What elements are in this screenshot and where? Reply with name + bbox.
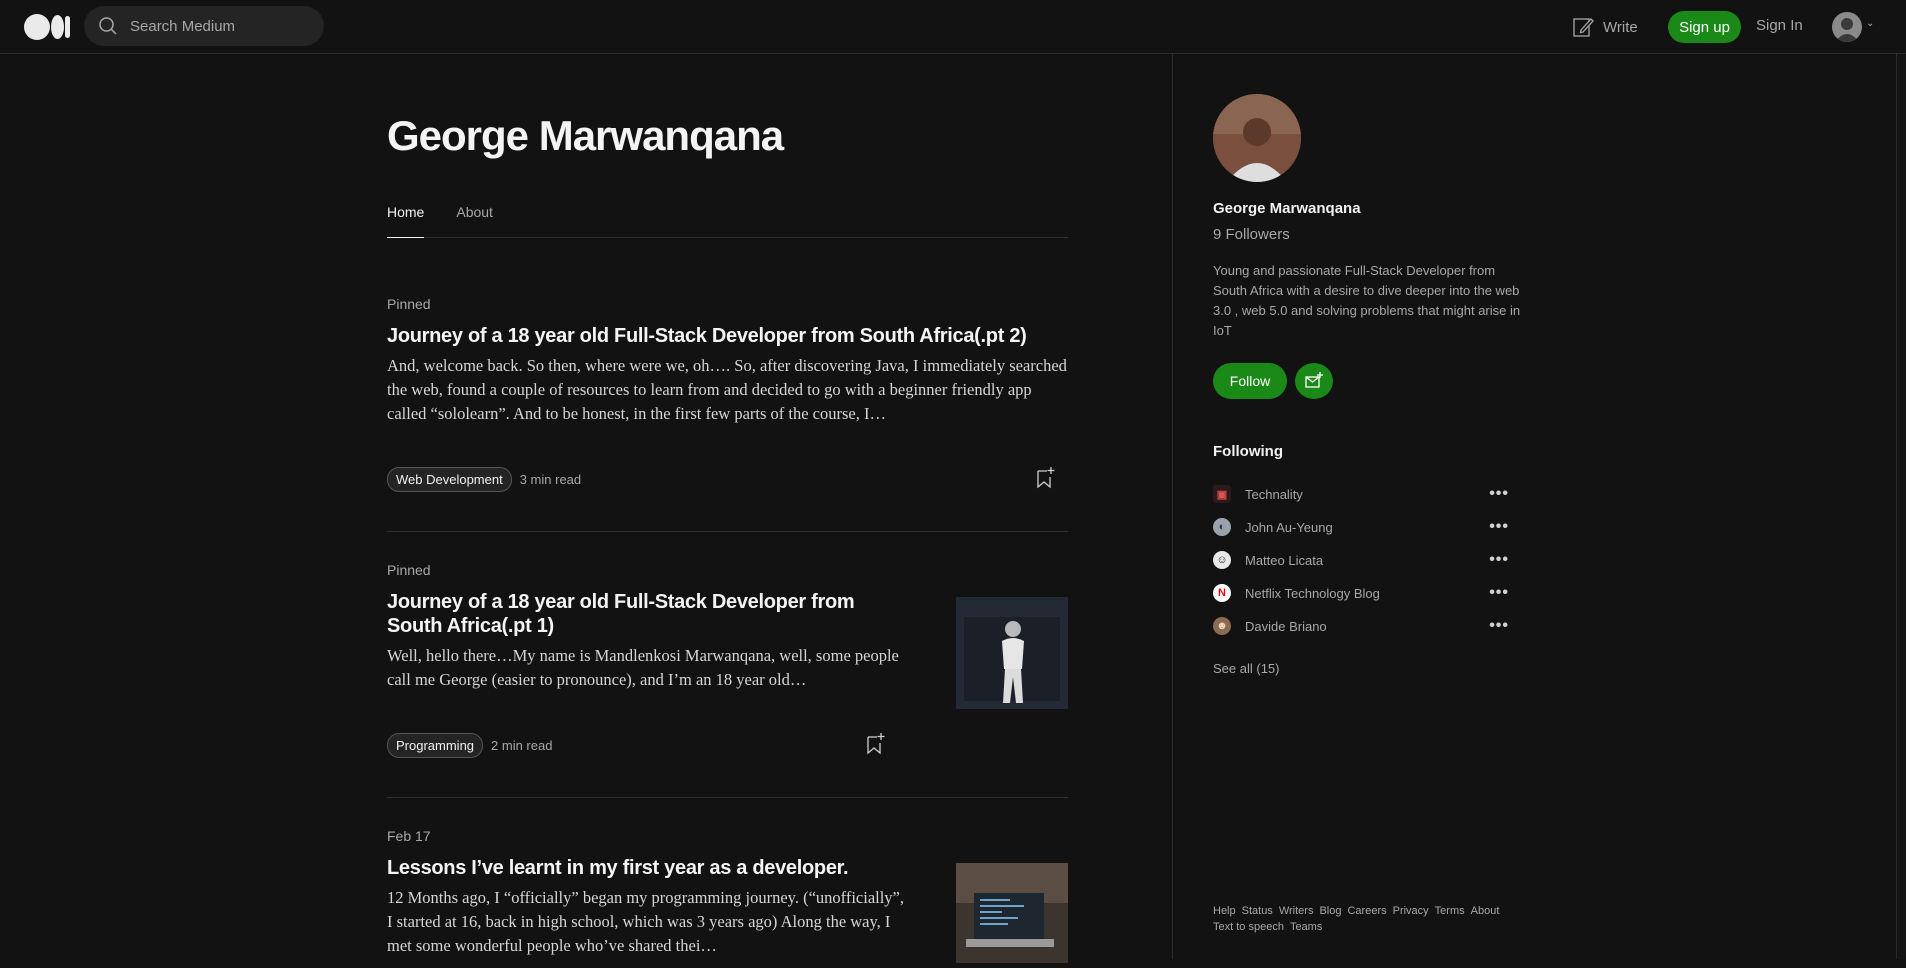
read-time: 2 min read	[491, 738, 553, 753]
author-bio: Young and passionate Full-Stack Develope…	[1213, 263, 1521, 338]
topic-tag[interactable]: Programming	[387, 733, 484, 758]
footer-link-teams[interactable]: Teams	[1290, 921, 1322, 933]
pinned-label: Pinned	[387, 562, 431, 578]
following-item[interactable]: ☺ Matteo Licata •••	[1213, 550, 1513, 570]
scrollbar[interactable]	[1896, 54, 1906, 959]
footer-link-blog[interactable]: Blog	[1319, 905, 1341, 917]
more-options-icon[interactable]: •••	[1489, 518, 1513, 536]
article-card[interactable]: Pinned Journey of a 18 year old Full-Sta…	[387, 296, 1068, 532]
signin-link[interactable]: Sign In	[1756, 17, 1803, 34]
following-item[interactable]: ☻ Davide Briano •••	[1213, 616, 1513, 636]
mail-plus-icon	[1305, 372, 1323, 388]
search-input[interactable]	[130, 15, 310, 37]
article-thumbnail[interactable]	[956, 863, 1068, 963]
followers-count[interactable]: 9 Followers	[1213, 226, 1290, 243]
read-time: 3 min read	[519, 472, 582, 487]
sidebar-footer: Help Status Writers Blog Careers Privacy Terms…	[1213, 903, 1543, 935]
write-label: Write	[1603, 18, 1638, 36]
article-excerpt[interactable]: And, welcome back. So then, where were w…	[387, 354, 1068, 426]
article-title[interactable]: Journey of a 18 year old Full-Stack Deve…	[387, 324, 1068, 348]
medium-logo-icon[interactable]	[24, 14, 70, 40]
following-item[interactable]: N Netflix Technology Blog •••	[1213, 583, 1513, 603]
user-avatar-icon[interactable]	[1832, 12, 1862, 42]
article-title[interactable]: Lessons I’ve learnt in my first year as …	[387, 856, 887, 880]
footer-link-text-to-speech[interactable]: Text to speech	[1213, 921, 1284, 933]
top-navbar: Write Sign up Sign In ⌄	[0, 0, 1906, 54]
footer-link-careers[interactable]: Careers	[1347, 905, 1386, 917]
sidebar-author-name[interactable]: George Marwanqana	[1213, 200, 1361, 217]
following-item[interactable]: ▣ Technality •••	[1213, 484, 1513, 504]
signup-button[interactable]: Sign up	[1668, 11, 1741, 43]
footer-link-status[interactable]: Status	[1242, 905, 1273, 917]
see-all-following-link[interactable]: See all (15)	[1213, 661, 1279, 676]
more-options-icon[interactable]: •••	[1489, 485, 1513, 503]
write-button[interactable]: Write	[1572, 16, 1638, 38]
footer-link-about[interactable]: About	[1471, 905, 1500, 917]
netflix-logo-icon: N	[1213, 584, 1231, 602]
more-options-icon[interactable]: •••	[1489, 617, 1513, 635]
following-heading: Following	[1213, 443, 1283, 460]
following-name[interactable]: Netflix Technology Blog	[1245, 586, 1489, 601]
subscribe-button[interactable]	[1295, 363, 1333, 399]
technality-logo-icon: ▣	[1213, 485, 1231, 503]
article-excerpt[interactable]: 12 Months ago, I “officially” began my p…	[387, 886, 912, 958]
profile-tabs: Home About	[387, 202, 1068, 238]
footer-link-help[interactable]: Help	[1213, 905, 1236, 917]
matteo-licata-avatar-icon: ☺	[1213, 551, 1231, 569]
following-item[interactable]: ◐ John Au-Yeung •••	[1213, 517, 1513, 537]
davide-briano-avatar-icon: ☻	[1213, 617, 1231, 635]
tab-home[interactable]: Home	[387, 202, 425, 238]
article-excerpt[interactable]: Well, hello there…My name is Mandlenkosi…	[387, 644, 902, 692]
john-au-yeung-avatar-icon: ◐	[1213, 518, 1231, 536]
article-footer: Programming 2 min read	[387, 733, 552, 758]
topic-tag[interactable]: Web Development	[387, 467, 512, 492]
bookmark-add-icon[interactable]	[865, 732, 887, 756]
article-thumbnail[interactable]	[956, 597, 1068, 709]
tab-about[interactable]: About	[456, 202, 493, 238]
write-icon	[1573, 18, 1594, 37]
bookmark-add-icon[interactable]	[1035, 466, 1057, 490]
following-name[interactable]: John Au-Yeung	[1245, 520, 1489, 535]
article-title[interactable]: Journey of a 18 year old Full-Stack Deve…	[387, 590, 887, 638]
chevron-down-icon[interactable]: ⌄	[1866, 18, 1874, 29]
footer-link-writers[interactable]: Writers	[1279, 905, 1314, 917]
footer-link-terms[interactable]: Terms	[1435, 905, 1465, 917]
follow-button[interactable]: Follow	[1213, 363, 1287, 399]
following-name[interactable]: Technality	[1245, 487, 1489, 502]
more-options-icon[interactable]: •••	[1489, 584, 1513, 602]
following-name[interactable]: Davide Briano	[1245, 619, 1489, 634]
footer-link-privacy[interactable]: Privacy	[1393, 905, 1429, 917]
article-date: Feb 17	[387, 828, 431, 844]
pinned-label: Pinned	[387, 296, 431, 312]
article-card[interactable]: Feb 17 Lessons I’ve learnt in my first y…	[387, 828, 1068, 968]
article-card[interactable]: Pinned Journey of a 18 year old Full-Sta…	[387, 562, 1068, 798]
more-options-icon[interactable]: •••	[1489, 551, 1513, 569]
profile-avatar[interactable]	[1213, 94, 1301, 182]
article-footer: Web Development 3 min read	[387, 467, 581, 492]
search-bar[interactable]	[84, 6, 324, 46]
following-name[interactable]: Matteo Licata	[1245, 553, 1489, 568]
column-divider	[1172, 54, 1173, 959]
page-title: George Marwanqana	[387, 112, 784, 159]
search-icon	[99, 17, 117, 35]
